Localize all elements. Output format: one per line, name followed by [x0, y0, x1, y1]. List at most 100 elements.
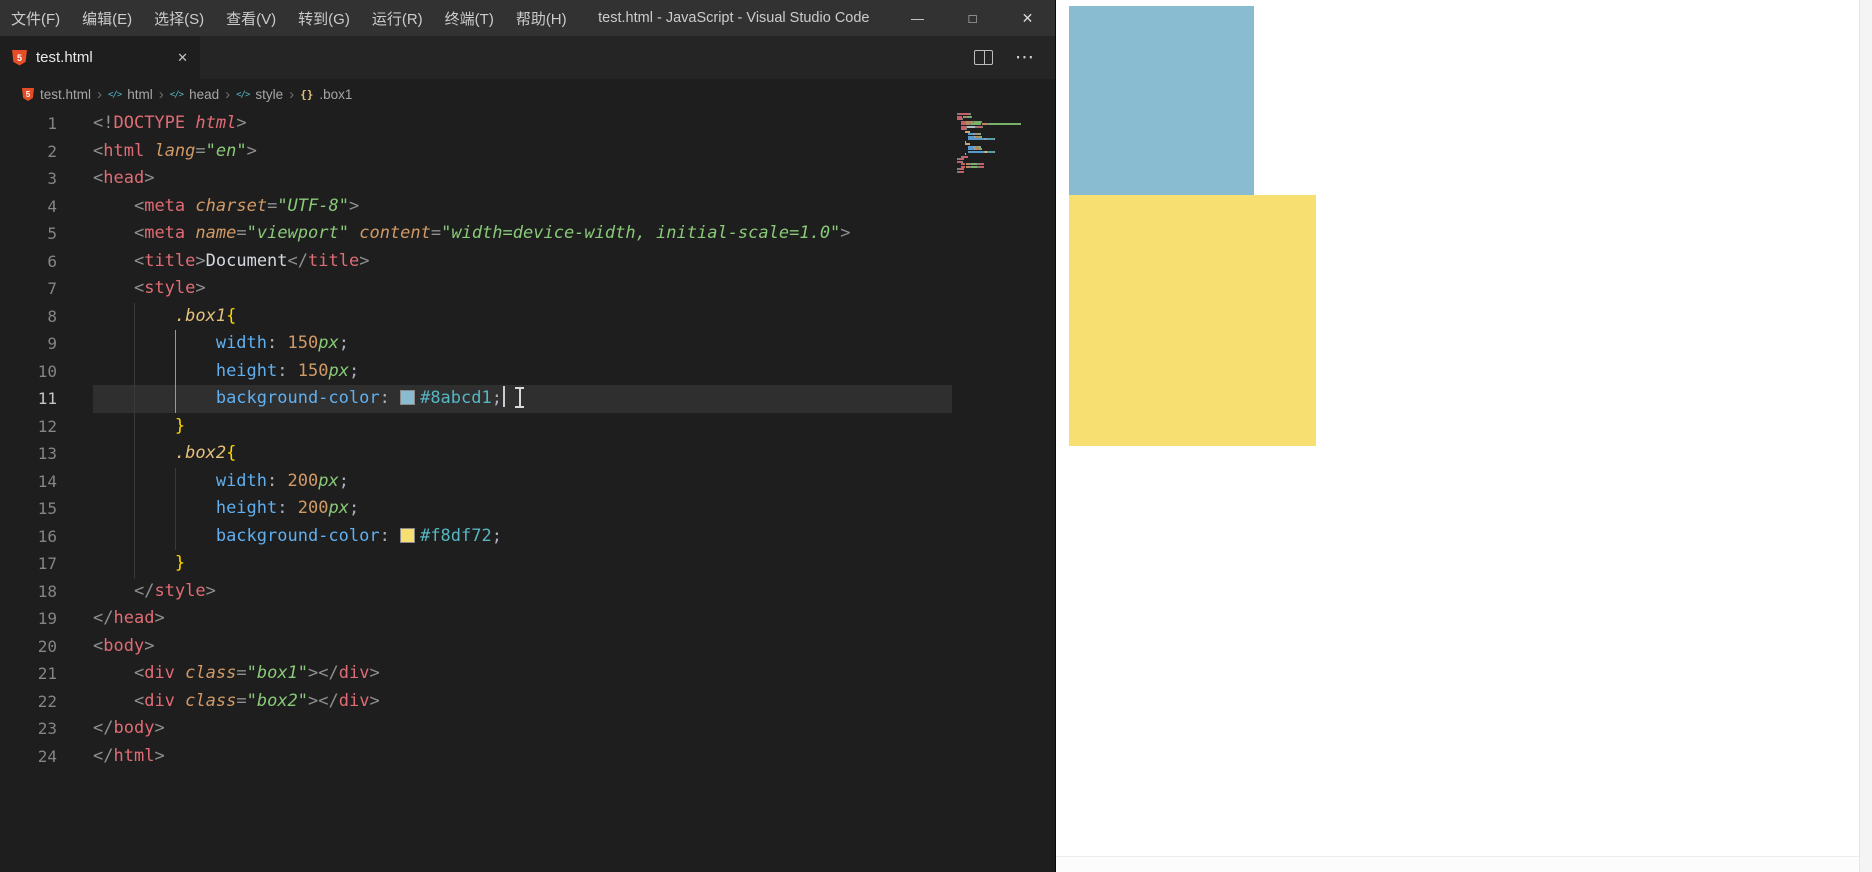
breadcrumb-item[interactable]: </> html — [108, 87, 153, 102]
code-line[interactable]: 8 .box1{ — [0, 303, 1055, 331]
code-text: background-color: #f8df72; — [215, 525, 502, 546]
code-text: <title>Document</title> — [133, 250, 370, 271]
code-line[interactable]: 12 } — [0, 413, 1055, 441]
split-editor-icon[interactable] — [974, 50, 993, 65]
code-text: <div class="box2"></div> — [133, 690, 380, 711]
more-actions-icon[interactable]: ⋯ — [1015, 46, 1035, 69]
line-number: 22 — [37, 691, 57, 711]
breadcrumb-item[interactable]: {} .box1 — [300, 87, 352, 102]
text-cursor — [502, 386, 505, 407]
code-line[interactable]: 7 <style> — [0, 275, 1055, 303]
breadcrumb-item[interactable]: </> head — [170, 87, 219, 102]
code-text: </head> — [93, 608, 165, 628]
code-text: <meta charset="UTF-8"> — [133, 195, 360, 216]
line-number: 16 — [37, 526, 57, 546]
tab-label: test.html — [36, 49, 93, 66]
code-line[interactable]: 15 height: 200px; — [0, 495, 1055, 523]
code-line[interactable]: 16 background-color: #f8df72; — [0, 523, 1055, 551]
line-number: 10 — [37, 361, 57, 381]
code-text: } — [174, 415, 186, 436]
browser-preview — [1056, 0, 1872, 872]
code-line[interactable]: 2 <html lang="en"> — [0, 138, 1055, 166]
code-line[interactable]: 9 width: 150px; — [0, 330, 1055, 358]
preview-box1 — [1069, 6, 1254, 195]
line-number: 18 — [37, 581, 57, 601]
menu-item[interactable]: 选择(S) — [143, 0, 215, 36]
code-line[interactable]: 20 <body> — [0, 633, 1055, 661]
code-text: <div class="box1"></div> — [133, 663, 380, 683]
menu-item[interactable]: 查看(V) — [215, 0, 287, 36]
line-number: 13 — [37, 444, 57, 463]
minimize-button[interactable]: — — [890, 0, 945, 36]
title-bar: 文件(F) 编辑(E) 选择(S) 查看(V) 转到(G) 运行(R) 终端(T) 帮助(H)… — [0, 0, 1055, 36]
code-text: <html lang="en"> — [93, 140, 257, 161]
code-text: width: 150px; — [215, 333, 349, 353]
chevron-right-icon: › — [289, 86, 295, 103]
line-number: 9 — [47, 334, 57, 353]
line-number: 2 — [47, 141, 57, 161]
html5-icon: 5 — [22, 88, 34, 101]
preview-bottom-edge — [1056, 856, 1859, 872]
code-line[interactable]: 19 </head> — [0, 605, 1055, 633]
code-text: width: 200px; — [215, 470, 349, 491]
maximize-button[interactable]: □ — [945, 0, 1000, 36]
code-line[interactable]: 18 </style> — [0, 578, 1055, 606]
code-text: <style> — [133, 278, 206, 298]
menu-item[interactable]: 终端(T) — [434, 0, 505, 36]
indent-guide-active — [175, 330, 176, 413]
preview-box2 — [1069, 195, 1316, 446]
menu-item[interactable]: 文件(F) — [0, 0, 71, 36]
code-line[interactable]: 6 <title>Document</title> — [0, 248, 1055, 276]
code-line[interactable]: 5 <meta name="viewport" content="width=d… — [0, 220, 1055, 248]
code-line[interactable]: 21 <div class="box1"></div> — [0, 660, 1055, 688]
code-text: </html> — [93, 745, 165, 766]
code-line[interactable]: 23 </body> — [0, 715, 1055, 743]
code-line[interactable]: 4 <meta charset="UTF-8"> — [0, 193, 1055, 221]
code-text: </body> — [93, 718, 165, 738]
line-number: 21 — [37, 664, 57, 683]
line-number: 4 — [47, 196, 57, 216]
preview-scrollbar[interactable] — [1859, 0, 1872, 872]
breadcrumb-label: style — [255, 87, 284, 102]
menu-item[interactable]: 运行(R) — [361, 0, 434, 36]
code-line[interactable]: 3 <head> — [0, 165, 1055, 193]
code-line[interactable]: 17 } — [0, 550, 1055, 578]
code-text: <head> — [93, 168, 155, 188]
code-line[interactable]: 1 <!DOCTYPE html> — [0, 110, 1055, 138]
menu-item[interactable]: 编辑(E) — [71, 0, 143, 36]
code-text: </style> — [133, 580, 216, 601]
code-line[interactable]: 14 width: 200px; — [0, 468, 1055, 496]
code-line[interactable]: 10 height: 150px; — [0, 358, 1055, 386]
indent-guide — [175, 468, 176, 550]
code-line[interactable]: 11 background-color: #8abcd1; — [0, 385, 1055, 413]
line-number: 15 — [37, 499, 57, 518]
tab-test-html[interactable]: 5 test.html ✕ — [0, 36, 200, 79]
color-swatch[interactable] — [400, 527, 416, 543]
code-text: height: 200px; — [215, 498, 360, 518]
mouse-ibeam-pointer — [515, 387, 525, 408]
tabbar-actions: ⋯ — [974, 36, 1035, 79]
window-title: test.html - JavaScript - Visual Studio C… — [598, 10, 870, 26]
vscode-window: 文件(F) 编辑(E) 选择(S) 查看(V) 转到(G) 运行(R) 终端(T) 帮助(H)… — [0, 0, 1056, 872]
code-line[interactable]: 24 </html> — [0, 743, 1055, 771]
close-button[interactable]: ✕ — [1000, 0, 1055, 36]
breadcrumb-item[interactable]: </> style — [236, 87, 283, 102]
breadcrumb-item[interactable]: 5 test.html — [22, 87, 91, 102]
code-text: } — [174, 553, 186, 573]
minimap[interactable] — [957, 113, 1021, 173]
code-text: background-color: #8abcd1; — [93, 385, 952, 413]
line-number: 17 — [37, 554, 57, 573]
chevron-right-icon: › — [225, 86, 231, 103]
menu-item[interactable]: 帮助(H) — [505, 0, 578, 36]
line-number: 20 — [37, 636, 57, 656]
code-text: <body> — [93, 635, 155, 656]
color-swatch[interactable] — [400, 390, 416, 405]
menu-item[interactable]: 转到(G) — [287, 0, 361, 36]
breadcrumb-label: test.html — [40, 87, 92, 102]
code-line[interactable]: 13 .box2{ — [0, 440, 1055, 468]
line-number: 7 — [47, 279, 57, 298]
css-class-icon: {} — [300, 88, 314, 101]
code-text: .box1{ — [174, 305, 237, 326]
code-line[interactable]: 22 <div class="box2"></div> — [0, 688, 1055, 716]
tab-close-icon[interactable]: ✕ — [177, 50, 188, 66]
